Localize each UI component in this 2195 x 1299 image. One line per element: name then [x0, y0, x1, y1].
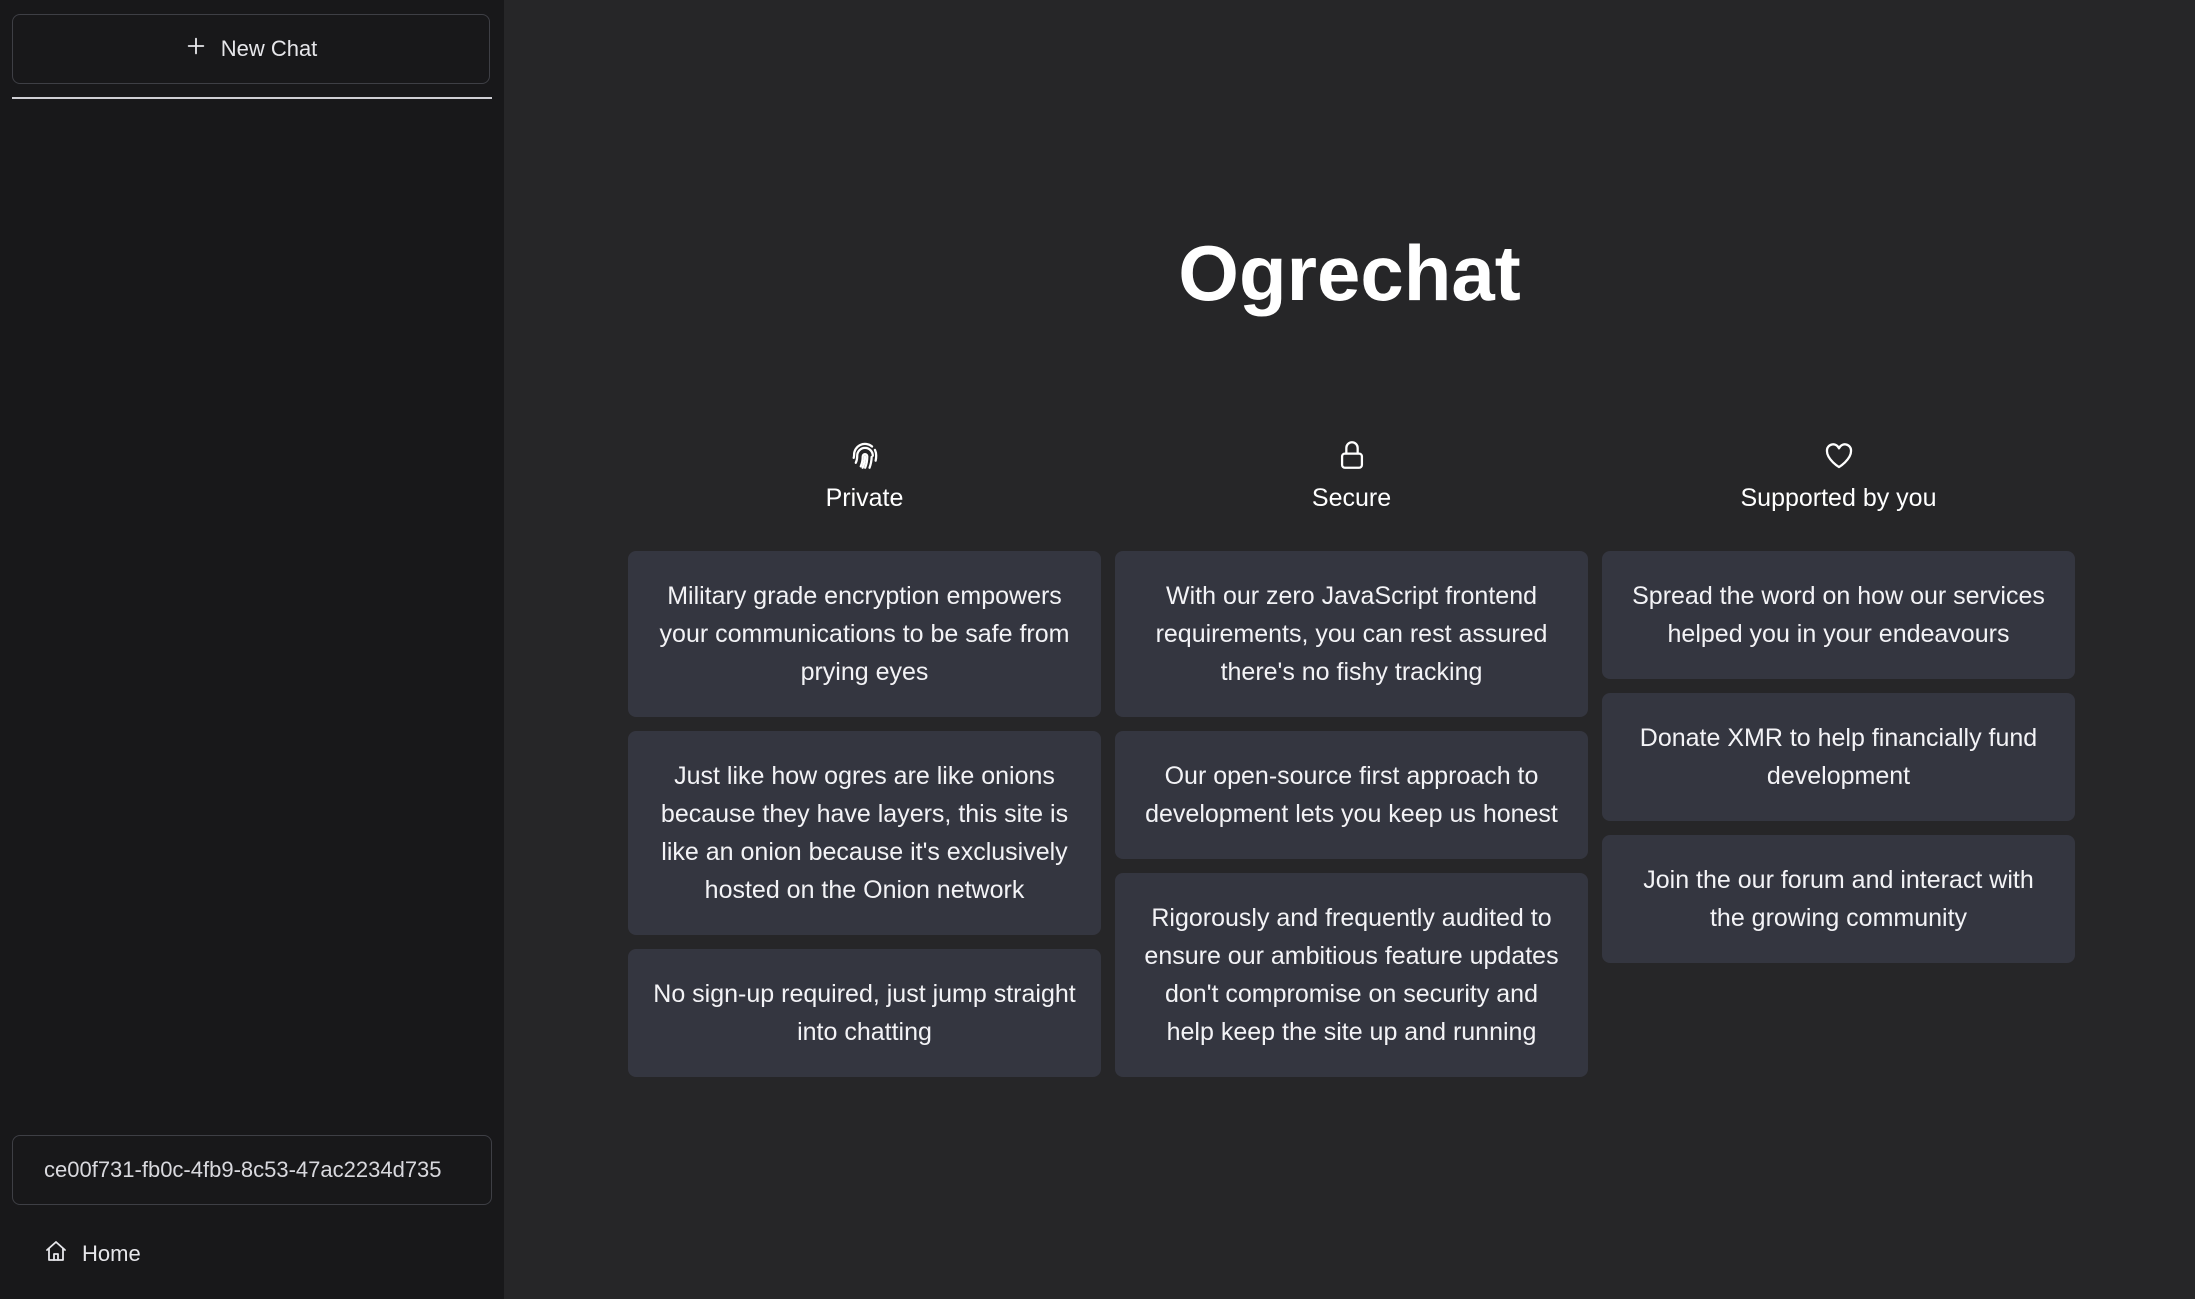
column-secure: Secure With our zero JavaScript frontend…: [1115, 438, 1588, 1077]
feature-card: Join the our forum and interact with the…: [1602, 835, 2075, 963]
column-title: Private: [825, 484, 904, 512]
session-id-box[interactable]: ce00f731-fb0c-4fb9-8c53-47ac2234d735: [12, 1135, 492, 1205]
home-icon: [44, 1239, 68, 1269]
column-title: Secure: [1311, 484, 1392, 512]
page-title: Ogrechat: [1178, 229, 1521, 317]
column-header: Secure: [1115, 438, 1588, 515]
feature-columns: Private Military grade encryption empowe…: [628, 438, 2075, 1077]
column-private: Private Military grade encryption empowe…: [628, 438, 1101, 1077]
column-title: Supported by you: [1740, 484, 1937, 512]
feature-card: Our open-source first approach to develo…: [1115, 731, 1588, 859]
fingerprint-icon: [848, 438, 882, 477]
heart-icon: [1822, 438, 1856, 477]
new-chat-label: New Chat: [220, 36, 318, 61]
feature-card: Just like how ogres are like onions beca…: [628, 731, 1101, 935]
feature-card: Military grade encryption empowers your …: [628, 551, 1101, 717]
main-content: Ogrechat Private Military grade encrypti…: [504, 0, 2195, 1299]
column-header: Private: [628, 438, 1101, 515]
lock-icon: [1335, 438, 1369, 477]
sidebar: New Chat ce00f731-fb0c-4fb9-8c53-47ac223…: [0, 0, 504, 1299]
column-header: Supported by you: [1602, 438, 2075, 515]
feature-card: With our zero JavaScript frontend requir…: [1115, 551, 1588, 717]
home-label: Home: [82, 1241, 141, 1266]
feature-card: Spread the word on how our services help…: [1602, 551, 2075, 679]
sidebar-divider: [12, 97, 492, 99]
feature-card: No sign-up required, just jump straight …: [628, 949, 1101, 1077]
home-link[interactable]: Home: [44, 1236, 141, 1272]
feature-card: Rigorously and frequently audited to ens…: [1115, 873, 1588, 1077]
new-chat-button[interactable]: New Chat: [12, 14, 490, 84]
plus-icon: [185, 35, 207, 63]
column-supported: Supported by you Spread the word on how …: [1602, 438, 2075, 1077]
feature-card: Donate XMR to help financially fund deve…: [1602, 693, 2075, 821]
